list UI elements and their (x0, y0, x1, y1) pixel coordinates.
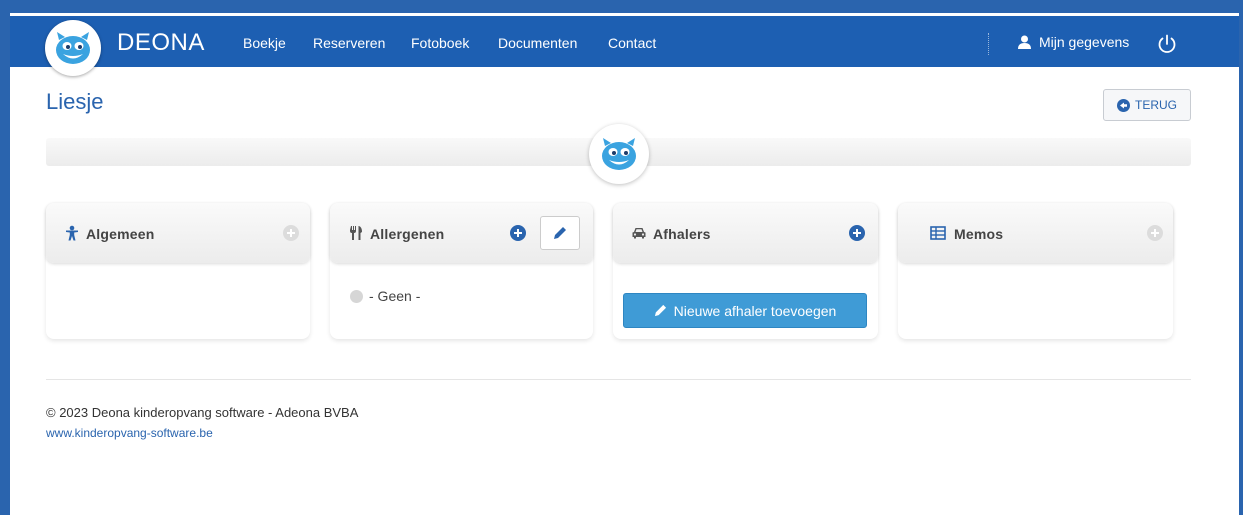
mascot-icon (56, 32, 90, 64)
allergenen-value: - Geen - (350, 288, 420, 304)
logo[interactable] (45, 20, 101, 76)
nav-item-fotoboek[interactable]: Fotoboek (411, 35, 469, 51)
user-menu-label: Mijn gegevens (1039, 34, 1130, 50)
nav-divider (988, 33, 989, 55)
edit-button[interactable] (540, 216, 580, 250)
add-afhaler-button[interactable]: Nieuwe afhaler toevoegen (623, 293, 867, 328)
panel-memos: Memos (898, 203, 1173, 339)
panel-algemeen-title: Algemeen (86, 226, 155, 242)
add-afhaler-button-label: Nieuwe afhaler toevoegen (673, 302, 837, 319)
user-icon (1018, 35, 1031, 49)
panel-allergenen: Allergenen (330, 203, 593, 339)
panel-afhalers-title: Afhalers (653, 226, 711, 242)
panel-memos-header[interactable]: Memos (898, 203, 1173, 263)
panel-allergenen-title: Allergenen (370, 226, 445, 242)
nav-item-documenten[interactable]: Documenten (498, 35, 577, 51)
panel-memos-title: Memos (954, 226, 1004, 242)
plus-circle-icon[interactable] (1147, 225, 1163, 241)
panel-allergenen-header[interactable]: Allergenen (330, 203, 593, 263)
table-icon (930, 226, 946, 240)
nav-item-contact[interactable]: Contact (608, 35, 656, 51)
nav-item-reserveren[interactable]: Reserveren (313, 35, 385, 51)
power-icon[interactable] (1156, 33, 1178, 55)
back-button[interactable]: TERUG (1103, 89, 1191, 121)
mascot-icon (602, 138, 636, 170)
back-button-label: TERUG (1135, 98, 1177, 112)
footer-copyright: © 2023 Deona kinderopvang software - Ade… (46, 405, 359, 420)
nav-item-boekje[interactable]: Boekje (243, 35, 286, 51)
plus-circle-icon[interactable] (283, 225, 299, 241)
pencil-icon (554, 227, 566, 239)
brand-name[interactable]: DEONA (117, 29, 205, 57)
user-menu[interactable]: Mijn gegevens (1018, 34, 1129, 50)
footer-website-link[interactable]: www.kinderopvang-software.be (46, 426, 213, 440)
plus-circle-icon[interactable] (849, 225, 865, 241)
page-title: Liesje (46, 89, 104, 114)
profile-avatar (589, 124, 649, 184)
panel-algemeen: Algemeen (46, 203, 310, 339)
plus-circle-icon[interactable] (510, 225, 526, 241)
child-icon (66, 225, 78, 241)
allergenen-value-text: - Geen - (369, 288, 421, 304)
car-icon (632, 228, 646, 239)
footer-divider (46, 379, 1191, 380)
pencil-icon (654, 304, 666, 317)
cutlery-icon (350, 226, 362, 240)
panel-afhalers-header[interactable]: Afhalers (613, 203, 878, 263)
empty-circle-icon (350, 289, 363, 303)
arrow-left-circle-icon (1117, 98, 1130, 112)
panel-algemeen-header[interactable]: Algemeen (46, 203, 310, 263)
